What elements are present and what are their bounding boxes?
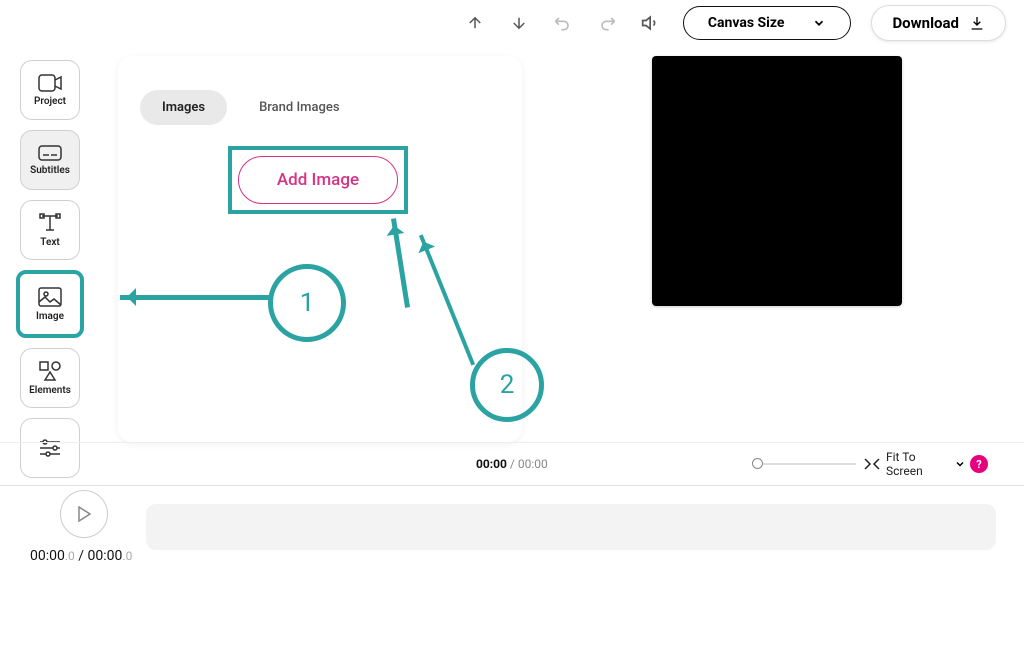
tl-current-frac: .0 <box>65 549 75 563</box>
timeline-track[interactable] <box>146 504 996 550</box>
left-sidebar: Project Subtitles Text Image Elements <box>20 60 90 478</box>
add-image-highlight: Add Image <box>228 146 408 214</box>
total-time: 00:00 <box>518 457 548 471</box>
tl-current: 00:00 <box>30 548 65 564</box>
add-image-button[interactable]: Add Image <box>238 156 398 204</box>
image-icon <box>38 287 62 307</box>
sidebar-item-text[interactable]: Text <box>20 200 80 260</box>
play-icon <box>77 506 91 522</box>
fit-label: Fit To Screen <box>886 450 936 478</box>
sidebar-item-label: Text <box>40 237 60 248</box>
undo-icon[interactable] <box>551 11 575 35</box>
chevron-down-icon <box>812 16 826 30</box>
playhead-time: 00:00 / 00:00 <box>476 457 548 471</box>
annotation-arrow-1 <box>120 295 270 300</box>
play-button[interactable] <box>60 490 108 538</box>
volume-icon[interactable] <box>639 11 663 35</box>
sidebar-item-label: Image <box>36 311 64 322</box>
download-button[interactable]: Download <box>871 5 1006 41</box>
text-icon <box>39 213 61 233</box>
current-time: 00:00 <box>476 457 507 471</box>
timeline-time: 00:00.0 / 00:00.0 <box>30 548 132 564</box>
sidebar-item-label: Subtitles <box>30 165 70 176</box>
sidebar-item-label: Project <box>34 96 66 107</box>
annotation-step-2: 2 <box>470 348 544 422</box>
tab-brand-images[interactable]: Brand Images <box>237 90 361 125</box>
tl-total-frac: .0 <box>122 549 132 563</box>
sidebar-item-label: Elements <box>29 385 71 396</box>
play-controls <box>60 490 108 538</box>
status-bar: 00:00 / 00:00 Fit To Screen ? <box>0 442 1024 486</box>
subtitles-icon <box>38 145 62 161</box>
download-icon <box>969 15 985 31</box>
sidebar-item-subtitles[interactable]: Subtitles <box>20 130 80 190</box>
sidebar-item-project[interactable]: Project <box>20 60 80 120</box>
fit-chevron[interactable] <box>954 455 966 474</box>
redo-icon[interactable] <box>595 11 619 35</box>
tl-sep: / <box>75 548 88 564</box>
fit-icon <box>864 458 880 470</box>
fit-to-screen[interactable]: Fit To Screen <box>864 450 936 478</box>
elements-icon <box>39 361 61 381</box>
move-down-icon[interactable] <box>507 11 531 35</box>
sidebar-item-image[interactable]: Image <box>16 270 84 338</box>
zoom-thumb[interactable] <box>752 458 763 469</box>
zoom-slider[interactable] <box>756 463 856 465</box>
canvas-preview[interactable] <box>652 56 902 306</box>
download-label: Download <box>892 14 959 32</box>
canvas-size-label: Canvas Size <box>708 15 785 31</box>
video-icon <box>38 74 62 92</box>
help-button[interactable]: ? <box>970 455 988 473</box>
canvas-size-button[interactable]: Canvas Size <box>683 6 852 40</box>
panel-tabs: Images Brand Images <box>140 90 362 125</box>
chevron-down-icon <box>954 458 966 470</box>
tab-images[interactable]: Images <box>140 90 227 125</box>
tl-total: 00:00 <box>88 548 123 564</box>
sidebar-item-elements[interactable]: Elements <box>20 348 80 408</box>
time-separator: / <box>507 457 518 471</box>
top-toolbar: Canvas Size Download <box>463 0 1024 42</box>
annotation-step-1: 1 <box>268 264 346 342</box>
image-panel: Images Brand Images Add Image <box>118 56 522 442</box>
move-up-icon[interactable] <box>463 11 487 35</box>
